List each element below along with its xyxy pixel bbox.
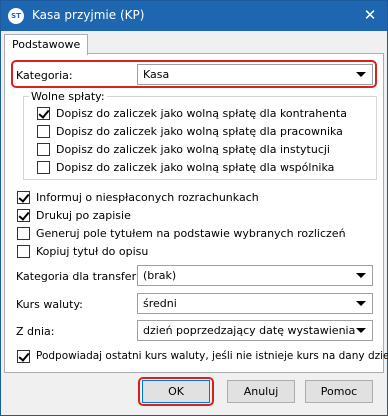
chevron-down-icon — [356, 301, 366, 306]
checkbox-wolna-pracownik[interactable] — [37, 125, 50, 138]
label-informuj: Informuj o niespłaconych rozrachunkach — [36, 191, 259, 204]
kurs-waluty-select[interactable]: średni — [137, 293, 373, 314]
label-wolna-instytucja: Dopisz do zaliczek jako wolną spłatę dla… — [56, 143, 330, 156]
checkbox-wolna-wspolnik[interactable] — [37, 161, 50, 174]
checkbox-wolna-instytucja[interactable] — [37, 143, 50, 156]
label-wolna-wspolnik: Dopisz do zaliczek jako wolną spłatę dla… — [56, 161, 335, 174]
label-wolna-kontrahent: Dopisz do zaliczek jako wolną spłatę dla… — [56, 107, 347, 120]
anuluj-button[interactable]: Anuluj — [227, 380, 295, 403]
pomoc-button[interactable]: Pomoc — [305, 380, 373, 403]
z-dnia-value: dzień poprzedzający datę wystawienia — [143, 324, 356, 337]
chevron-down-icon — [356, 72, 366, 77]
label-generuj: Generuj pole tytułem na podstawie wybran… — [36, 227, 346, 240]
kategoria-transfer-value: (brak) — [143, 269, 177, 282]
kurs-waluty-value: średni — [143, 297, 177, 310]
kategoria-transfer-label: Kategoria dla transferu: — [16, 270, 147, 283]
checkbox-wolna-kontrahent[interactable] — [37, 107, 50, 120]
kategoria-label: Kategoria: — [16, 69, 73, 82]
z-dnia-label: Z dnia: — [16, 325, 55, 338]
checkbox-kopiuj[interactable] — [17, 245, 30, 258]
label-podpowiadaj: Podpowiadaj ostatni kurs waluty, jeśli n… — [36, 350, 388, 362]
checkbox-generuj[interactable] — [17, 227, 30, 240]
window-title: Kasa przyjmie (KP) — [32, 8, 145, 22]
label-kopiuj: Kopiuj tytuł do opisu — [36, 245, 149, 258]
chevron-down-icon — [356, 273, 366, 278]
label-drukuj: Drukuj po zapisie — [36, 209, 131, 222]
wolne-splaty-legend: Wolne spłaty: — [29, 90, 107, 103]
z-dnia-select[interactable]: dzień poprzedzający datę wystawienia — [137, 320, 373, 341]
tab-panel: Kategoria: Kasa Wolne spłaty: Dopisz do … — [4, 53, 388, 373]
label-wolna-pracownik: Dopisz do zaliczek jako wolną spłatę dla… — [56, 125, 343, 138]
kategoria-transfer-select[interactable]: (brak) — [137, 265, 373, 286]
checkbox-podpowiadaj[interactable] — [17, 350, 30, 363]
kategoria-select[interactable]: Kasa — [137, 64, 373, 85]
checkbox-drukuj[interactable] — [17, 209, 30, 222]
checkbox-informuj[interactable] — [17, 191, 30, 204]
chevron-down-icon — [356, 328, 366, 333]
tab-podstawowe[interactable]: Podstawowe — [4, 34, 89, 55]
kategoria-value: Kasa — [143, 68, 170, 81]
kurs-waluty-label: Kurs waluty: — [16, 298, 83, 311]
close-button[interactable]: ✕ — [353, 1, 387, 31]
app-logo-icon: ST — [8, 8, 24, 24]
dialog-window: ST Kasa przyjmie (KP) ✕ Podstawowe Kateg… — [0, 0, 388, 416]
ok-button[interactable]: OK — [142, 380, 210, 403]
title-bar[interactable]: ST Kasa przyjmie (KP) ✕ — [1, 1, 387, 31]
